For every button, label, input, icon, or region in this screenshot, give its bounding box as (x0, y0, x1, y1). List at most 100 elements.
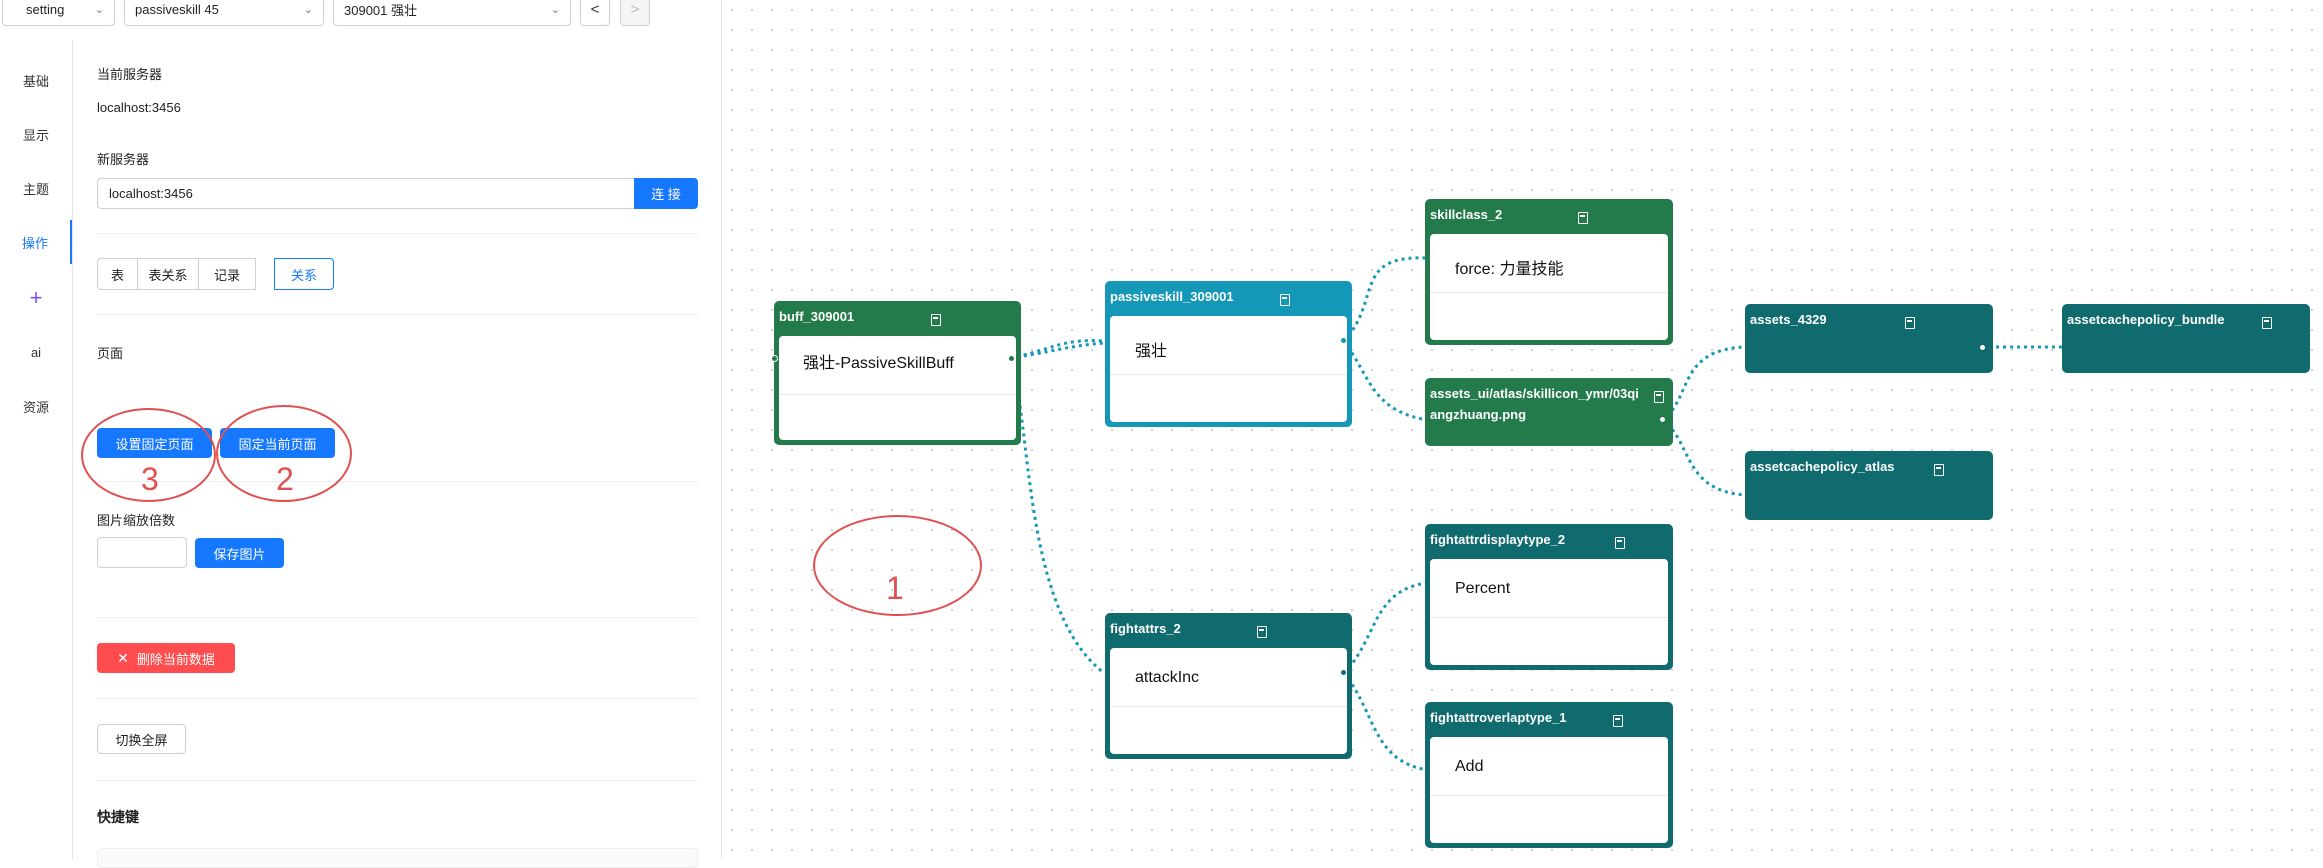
settings-sidebar: 基础 显示 主题 操作 + ai 资源 (0, 40, 73, 860)
document-icon[interactable] (1280, 294, 1290, 306)
graph-node-assetcachepolicy-atlas[interactable]: assetcachepolicy_atlas (1745, 451, 1993, 520)
node-divider (1430, 795, 1668, 796)
save-image-button[interactable]: 保存图片 (195, 538, 284, 568)
node-body: Percent (1430, 559, 1668, 665)
shortcuts-label: 快捷键 (97, 809, 139, 825)
node-divider (1430, 617, 1668, 618)
node-title: passiveskill_309001 (1110, 289, 1234, 304)
tab-table[interactable]: 表 (97, 258, 138, 290)
node-divider (779, 394, 1016, 395)
node-title-continued: angzhuang.png (1430, 407, 1527, 422)
node-title: assets_ui/atlas/skillicon_ymr/03qi (1430, 386, 1639, 401)
node-value: force: 力量技能 (1455, 261, 1564, 278)
graph-node-assets-ui[interactable]: assets_ui/atlas/skillicon_ymr/03qi angzh… (1425, 378, 1673, 446)
connect-button[interactable]: 连 接 (634, 178, 698, 209)
current-server-label: 当前服务器 (97, 67, 163, 82)
port-dot (1659, 416, 1666, 423)
document-icon[interactable] (1934, 464, 1944, 476)
port-dot (771, 355, 778, 362)
sidebar-item-label: 操作 (21, 235, 48, 251)
document-icon[interactable] (1905, 317, 1915, 329)
mode-select-value: setting (26, 1, 65, 17)
graph-node-fightattroverlaptype[interactable]: fightattroverlaptype_1 Add (1425, 702, 1673, 848)
edge-passiveskill-assets-ui (1342, 340, 1428, 422)
divider (97, 314, 698, 315)
sidebar-item-label: 资源 (22, 399, 49, 415)
sidebar-item-theme[interactable]: 主题 (0, 166, 72, 210)
edge-buff-passiveskill-2 (1009, 341, 1105, 360)
sidebar-item-display[interactable]: 显示 (0, 112, 72, 156)
sidebar-item-label: ai (30, 344, 42, 360)
node-value: 强壮 (1135, 343, 1168, 360)
sidebar-item-resources[interactable]: 资源 (0, 384, 72, 428)
sidebar-item-operation[interactable]: 操作 (0, 220, 72, 264)
node-body: 强壮 (1110, 316, 1347, 422)
node-value: Percent (1455, 580, 1511, 597)
image-scale-label: 图片缩放倍数 (97, 513, 176, 528)
annotation-number-2: 2 (276, 461, 294, 497)
sidebar-item-ai[interactable]: ai (0, 330, 72, 374)
document-icon[interactable] (931, 314, 941, 326)
graph-node-assets-4329[interactable]: assets_4329 (1745, 304, 1993, 373)
node-body: 强壮-PassiveSkillBuff (779, 336, 1016, 440)
edge-assets-ui-atlas (1661, 418, 1745, 497)
node-title: fightattrdisplaytype_2 (1430, 532, 1566, 547)
node-title: assetcachepolicy_atlas (1750, 459, 1895, 474)
node-title: buff_309001 (779, 309, 855, 324)
toggle-fullscreen-button[interactable]: 切换全屏 (97, 724, 186, 754)
relation-graph-canvas[interactable]: buff_309001 强壮-PassiveSkillBuff passives… (722, 0, 2323, 859)
node-divider (1110, 374, 1347, 375)
node-body: Add (1430, 737, 1668, 843)
new-server-input[interactable]: localhost:3456 (97, 178, 635, 209)
graph-node-skillclass[interactable]: skillclass_2 force: 力量技能 (1425, 199, 1673, 345)
sidebar-item-label: 主题 (22, 181, 49, 197)
node-body: force: 力量技能 (1430, 234, 1668, 340)
document-icon[interactable] (1613, 715, 1623, 727)
graph-node-fightattrdisplaytype[interactable]: fightattrdisplaytype_2 Percent (1425, 524, 1673, 670)
delete-current-data-button[interactable]: ✕ 删除当前数据 (97, 643, 235, 673)
new-server-label: 新服务器 (97, 152, 150, 167)
plus-icon: + (29, 285, 43, 310)
document-icon[interactable] (1654, 391, 1664, 403)
graph-node-assetcachepolicy-bundle[interactable]: assetcachepolicy_bundle (2062, 304, 2310, 373)
edge-assets-ui-assets4329 (1661, 345, 1745, 422)
annotation-number-3: 3 (141, 461, 159, 497)
sidebar-item-add[interactable]: + (0, 276, 72, 320)
graph-node-fightattrs[interactable]: fightattrs_2 attackInc (1105, 613, 1352, 759)
edge-passiveskill-skillclass (1342, 256, 1428, 343)
document-icon[interactable] (2262, 317, 2272, 329)
graph-node-buff[interactable]: buff_309001 强壮-PassiveSkillBuff (774, 301, 1021, 445)
port-dot (1008, 355, 1015, 362)
edge-fightattrs-displaytype (1342, 581, 1428, 675)
tab-records[interactable]: 记录 (198, 258, 256, 290)
edge-fightattrs-overlaptype (1342, 672, 1428, 772)
port-dot (1979, 344, 1986, 351)
sidebar-item-basic[interactable]: 基础 (0, 58, 72, 102)
tab-relations[interactable]: 关系 (274, 258, 334, 290)
shortcuts-table-header (97, 848, 698, 868)
node-body: attackInc (1110, 648, 1347, 754)
divider (97, 617, 698, 618)
current-server-value: localhost:3456 (97, 100, 181, 115)
document-icon[interactable] (1257, 626, 1267, 638)
divider (97, 780, 698, 781)
sidebar-item-label: 基础 (22, 73, 49, 89)
node-title: fightattroverlaptype_1 (1430, 710, 1567, 725)
document-icon[interactable] (1578, 212, 1588, 224)
divider (97, 698, 698, 699)
port-dot (1340, 337, 1347, 344)
image-scale-input[interactable] (97, 537, 187, 568)
delete-current-data-label: 删除当前数据 (136, 651, 215, 667)
node-title: assets_4329 (1750, 312, 1827, 327)
node-divider (1110, 706, 1347, 707)
graph-node-passiveskill[interactable]: passiveskill_309001 强壮 (1105, 281, 1352, 427)
document-icon[interactable] (1615, 537, 1625, 549)
node-title: assetcachepolicy_bundle (2067, 312, 2225, 327)
node-value: Add (1455, 758, 1484, 775)
divider (97, 233, 698, 234)
port-dot (1340, 669, 1347, 676)
node-divider (1430, 292, 1668, 293)
node-value: 强壮-PassiveSkillBuff (803, 355, 954, 372)
node-value: attackInc (1135, 669, 1200, 686)
tab-table-relations[interactable]: 表关系 (137, 258, 199, 290)
